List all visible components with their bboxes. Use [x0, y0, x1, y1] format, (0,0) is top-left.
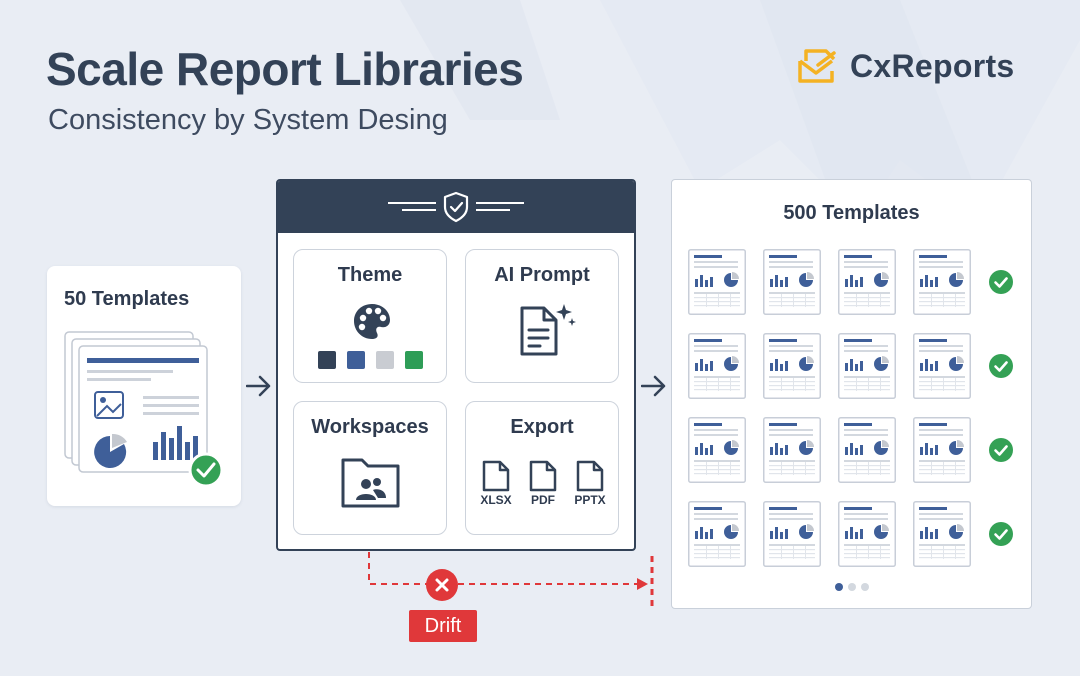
check-circle-icon: [989, 270, 1013, 294]
template-thumbnail-icon: [688, 501, 746, 567]
export-format-xlsx: XLSX: [476, 460, 516, 507]
palette-icon: [354, 304, 390, 339]
export-format-label: XLSX: [480, 493, 512, 507]
template-thumbnail-icon: [763, 501, 821, 567]
source-templates-label: 50 Templates: [64, 288, 190, 310]
output-templates-label: 500 Templates: [783, 202, 920, 224]
template-thumbnail-icon: [763, 417, 821, 483]
template-thumbnail-icon: [913, 249, 971, 315]
template-thumbnail-icon: [763, 249, 821, 315]
export-format-pptx: PPTX: [570, 460, 610, 507]
template-row: [688, 500, 1014, 568]
pagination-dots[interactable]: [672, 583, 1031, 591]
brand-logo: CxReports: [796, 44, 1015, 88]
template-row: [688, 416, 1014, 484]
check-circle-icon: [989, 522, 1013, 546]
template-stack-icon: [64, 331, 224, 488]
document-sparkle-icon: [520, 304, 576, 356]
page-subtitle: Consistency by System Desing: [48, 104, 448, 136]
template-thumbnail-icon: [838, 417, 896, 483]
file-icon: [529, 460, 557, 492]
pagination-dot[interactable]: [860, 583, 869, 591]
export-format-label: PDF: [531, 493, 555, 507]
template-thumbnail-icon: [838, 249, 896, 315]
design-system-header: [278, 181, 634, 233]
output-templates-card: 500 Templates: [671, 179, 1032, 609]
close-icon: [435, 578, 449, 592]
tile-export: Export XLSX PDF PPTX: [465, 401, 619, 535]
file-icon: [576, 460, 604, 492]
check-circle-icon: [989, 354, 1013, 378]
export-formats: XLSX PDF PPTX: [476, 460, 610, 507]
arrow-right-icon: [641, 375, 666, 397]
drift-error-icon: [426, 569, 458, 601]
folder-users-icon: [341, 458, 400, 508]
tile-theme-label: Theme: [337, 264, 403, 286]
template-thumbnail-icon: [838, 501, 896, 567]
envelope-logo-icon: [798, 49, 836, 83]
pagination-dot[interactable]: [847, 583, 856, 591]
template-thumbnail-icon: [763, 333, 821, 399]
arrow-right-icon: [246, 375, 271, 397]
export-format-label: PPTX: [574, 493, 606, 507]
template-thumbnail-icon: [688, 249, 746, 315]
tile-ai-prompt-label: AI Prompt: [494, 264, 590, 286]
template-thumbnail-icon: [688, 417, 746, 483]
brand-name: CxReports: [850, 47, 1015, 84]
export-format-pdf: PDF: [523, 460, 563, 507]
tile-theme: Theme: [293, 249, 447, 383]
tile-ai-prompt: AI Prompt: [465, 249, 619, 383]
template-row: [688, 332, 1014, 400]
template-thumbnail-icon: [913, 417, 971, 483]
template-row: [688, 248, 1014, 316]
design-system-panel: Theme AI Prompt Workspaces Export XLSX P…: [276, 179, 636, 551]
tile-workspaces: Workspaces: [293, 401, 447, 535]
page-title: Scale Report Libraries: [46, 43, 524, 95]
template-thumbnail-icon: [913, 333, 971, 399]
pagination-dot[interactable]: [834, 583, 843, 591]
template-thumbnail-icon: [913, 501, 971, 567]
color-swatches: [318, 351, 423, 369]
source-templates-card: 50 Templates: [47, 266, 241, 506]
tile-export-label: Export: [510, 416, 574, 438]
check-circle-icon: [989, 438, 1013, 462]
file-icon: [482, 460, 510, 492]
template-thumbnail-icon: [838, 333, 896, 399]
drift-badge: Drift: [409, 610, 477, 642]
tile-workspaces-label: Workspaces: [311, 416, 429, 438]
shield-check-icon: [388, 191, 524, 223]
template-thumbnail-icon: [688, 333, 746, 399]
